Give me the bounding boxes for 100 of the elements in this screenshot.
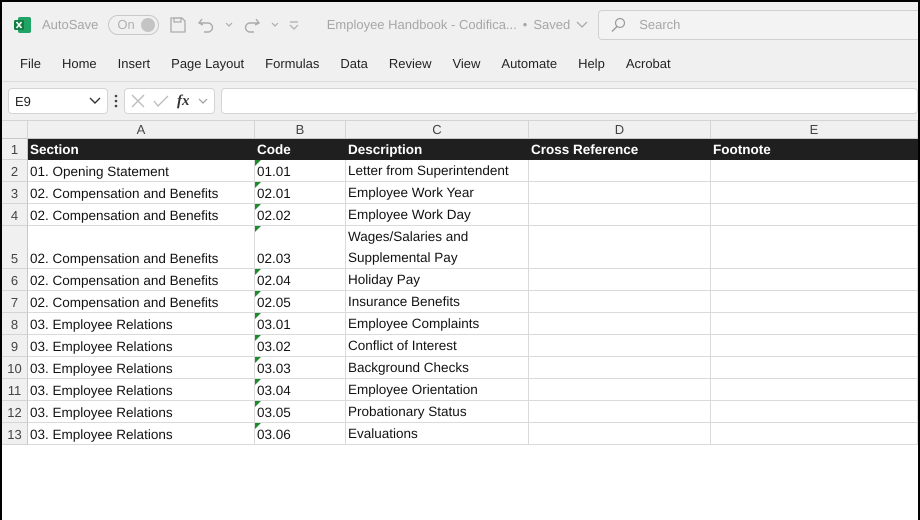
row-header[interactable]: 8 bbox=[2, 313, 28, 335]
column-header[interactable]: C bbox=[346, 121, 529, 139]
empty-cell[interactable] bbox=[529, 204, 711, 226]
menu-tab[interactable]: Automate bbox=[491, 52, 568, 76]
menu-tab[interactable]: Acrobat bbox=[616, 52, 681, 76]
menu-tab[interactable]: Formulas bbox=[255, 52, 330, 76]
cell-text: 01.01 bbox=[257, 164, 291, 179]
cell-text: 02.02 bbox=[257, 208, 291, 223]
menu-tab[interactable]: Insert bbox=[108, 52, 160, 76]
row-header[interactable]: 5 bbox=[2, 226, 28, 269]
check-icon[interactable] bbox=[153, 95, 169, 107]
menu-tab[interactable]: Help bbox=[568, 52, 615, 76]
row-header[interactable]: 4 bbox=[2, 204, 28, 226]
cell-text: 02. Compensation and Benefits bbox=[30, 295, 218, 310]
empty-cell[interactable] bbox=[529, 401, 711, 423]
header-cell: Footnote bbox=[711, 139, 918, 160]
empty-cell[interactable] bbox=[711, 226, 918, 269]
cell-text: 03.03 bbox=[257, 361, 291, 376]
customize-toolbar-icon[interactable] bbox=[288, 20, 299, 30]
cell-text: Employee Orientation bbox=[348, 381, 478, 399]
empty-cell[interactable] bbox=[529, 379, 711, 401]
cell-text: 02.04 bbox=[257, 273, 291, 288]
caret-icon bbox=[89, 97, 101, 105]
empty-cell[interactable] bbox=[711, 204, 918, 226]
autosave-label: AutoSave bbox=[42, 17, 98, 32]
empty-cell[interactable] bbox=[711, 357, 918, 379]
menu-tab[interactable]: Data bbox=[330, 52, 378, 76]
empty-cell[interactable] bbox=[529, 335, 711, 357]
row-header[interactable]: 12 bbox=[2, 401, 28, 423]
menu-tab[interactable]: Review bbox=[378, 52, 442, 76]
cell-text: 03.04 bbox=[257, 383, 291, 398]
empty-cell[interactable] bbox=[529, 291, 711, 313]
save-icon[interactable] bbox=[168, 16, 187, 34]
row-header[interactable]: 13 bbox=[2, 423, 28, 445]
cell-text: Employee Complaints bbox=[348, 315, 480, 333]
cell-text: 02.05 bbox=[257, 295, 291, 310]
empty-cell[interactable] bbox=[529, 160, 711, 182]
column-header[interactable]: B bbox=[255, 121, 346, 139]
empty-cell[interactable] bbox=[529, 182, 711, 204]
column-header[interactable]: D bbox=[529, 121, 711, 139]
row-header[interactable]: 1 bbox=[2, 139, 28, 160]
empty-cell[interactable] bbox=[711, 182, 918, 204]
formula-input-field[interactable] bbox=[220, 88, 918, 114]
row-header[interactable]: 2 bbox=[2, 160, 28, 182]
cell-text: 01. Opening Statement bbox=[30, 164, 169, 179]
cell-text: 03. Employee Relations bbox=[30, 427, 173, 442]
row-header[interactable]: 11 bbox=[2, 379, 28, 401]
menu-tab[interactable]: Home bbox=[52, 52, 107, 76]
empty-cell[interactable] bbox=[711, 335, 918, 357]
caret-icon[interactable] bbox=[198, 98, 208, 104]
empty-cell[interactable] bbox=[529, 423, 711, 445]
caret-icon[interactable] bbox=[270, 22, 279, 28]
row-header[interactable]: 3 bbox=[2, 182, 28, 204]
chevron-down-icon[interactable] bbox=[576, 20, 588, 28]
cell-text: 03.02 bbox=[257, 339, 291, 354]
row-header[interactable]: 9 bbox=[2, 335, 28, 357]
empty-cell[interactable] bbox=[529, 226, 711, 269]
select-all-corner[interactable] bbox=[2, 121, 28, 139]
cell-text: 02. Compensation and Benefits bbox=[30, 186, 218, 201]
menu-tab[interactable]: View bbox=[442, 52, 490, 76]
header-cell: Code bbox=[255, 139, 346, 160]
empty-cell[interactable] bbox=[529, 313, 711, 335]
empty-cell[interactable] bbox=[711, 379, 918, 401]
cell-text: Conflict of Interest bbox=[348, 337, 457, 355]
insert-function-button[interactable]: fx bbox=[177, 92, 190, 110]
cell-text: 03.05 bbox=[257, 405, 291, 420]
empty-cell[interactable] bbox=[529, 269, 711, 291]
cell-text: 03. Employee Relations bbox=[30, 383, 173, 398]
empty-cell[interactable] bbox=[711, 160, 918, 182]
header-cell: Description bbox=[346, 139, 529, 160]
cell-text: Background Checks bbox=[348, 359, 469, 377]
caret-icon[interactable] bbox=[224, 22, 233, 28]
cell-text: 03.01 bbox=[257, 317, 291, 332]
separator-dot: • bbox=[522, 17, 528, 32]
row-header[interactable]: 10 bbox=[2, 357, 28, 379]
empty-cell[interactable] bbox=[711, 291, 918, 313]
column-header[interactable]: E bbox=[711, 121, 918, 139]
document-title: Employee Handbook - Codifica... bbox=[326, 17, 517, 32]
empty-cell[interactable] bbox=[711, 423, 918, 445]
cell-text: Evaluations bbox=[348, 425, 418, 443]
more-options-icon[interactable] bbox=[114, 94, 118, 108]
cell-text: 02. Compensation and Benefits bbox=[30, 273, 218, 288]
row-header[interactable]: 7 bbox=[2, 291, 28, 313]
empty-cell[interactable] bbox=[711, 313, 918, 335]
cancel-icon[interactable] bbox=[131, 94, 145, 108]
header-cell: Cross Reference bbox=[529, 139, 711, 160]
empty-cell[interactable] bbox=[711, 269, 918, 291]
cell-text: 03.06 bbox=[257, 427, 291, 442]
cell-text: Letter from Superintendent bbox=[348, 162, 509, 180]
empty-cell[interactable] bbox=[529, 357, 711, 379]
menu-tab[interactable]: Page Layout bbox=[161, 52, 254, 76]
menu-tab[interactable]: File bbox=[10, 52, 51, 76]
column-header[interactable]: A bbox=[28, 121, 255, 139]
cell-text: 02. Compensation and Benefits bbox=[30, 251, 218, 266]
search-field[interactable]: Search bbox=[598, 10, 918, 40]
row-header[interactable]: 6 bbox=[2, 269, 28, 291]
name-box[interactable]: E9 bbox=[8, 88, 108, 114]
cell-text: 02.03 bbox=[257, 251, 291, 266]
empty-cell[interactable] bbox=[711, 401, 918, 423]
cell-text: Insurance Benefits bbox=[348, 293, 460, 311]
